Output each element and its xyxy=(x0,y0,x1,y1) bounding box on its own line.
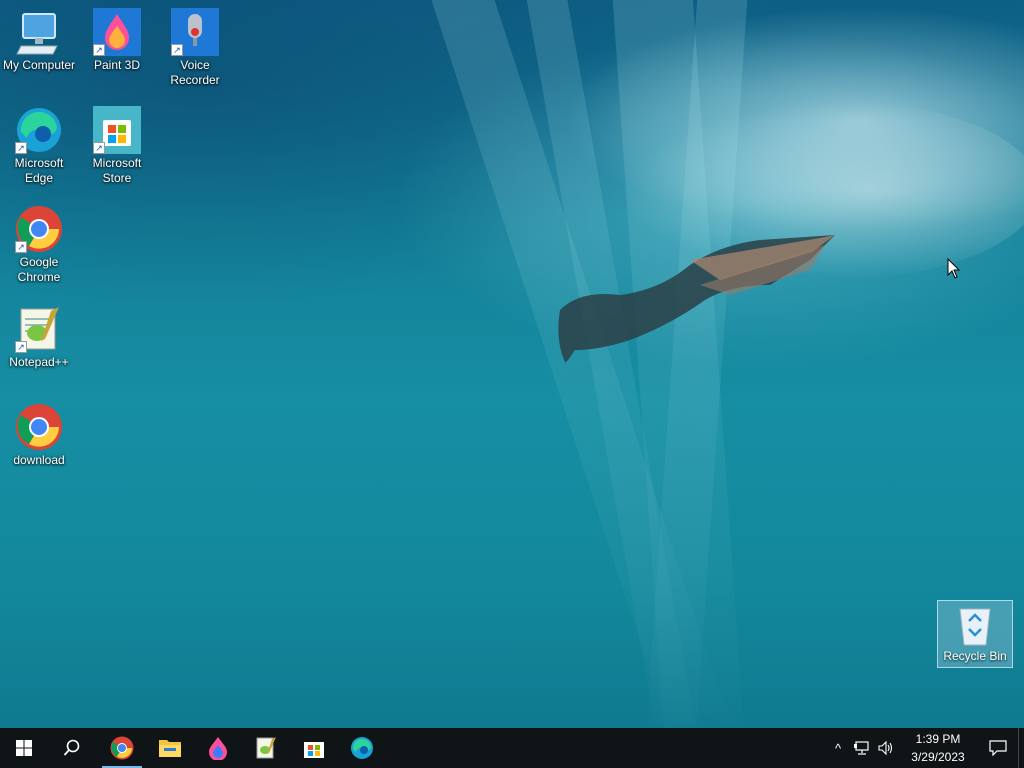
microsoft-store-icon: ↗ xyxy=(93,106,141,154)
desktop-icon-label: Google Chrome xyxy=(17,255,61,284)
file-explorer-icon xyxy=(159,740,181,757)
desktop-icon-download[interactable]: download xyxy=(1,403,77,468)
taskbar-file-explorer-button[interactable] xyxy=(146,728,194,768)
desktop-icon-label: My Computer xyxy=(2,58,76,72)
diver-silhouette xyxy=(558,235,835,363)
shortcut-arrow-icon: ↗ xyxy=(15,142,27,154)
show-hidden-icons-button[interactable]: ^ xyxy=(826,728,850,768)
clock-time: 1:39 PM xyxy=(915,732,961,746)
desktop-icon-voice-recorder[interactable]: ↗ Voice Recorder xyxy=(157,8,233,88)
computer-icon xyxy=(15,8,63,56)
desktop-icon-label: download xyxy=(13,453,65,467)
shortcut-arrow-icon: ↗ xyxy=(171,44,183,56)
desktop-icon-label: Paint 3D xyxy=(93,58,141,72)
taskbar-clock[interactable]: 1:39 PM 3/29/2023 xyxy=(898,730,978,766)
shortcut-arrow-icon: ↗ xyxy=(15,241,27,253)
desktop-icon-recycle-bin[interactable]: Recycle Bin xyxy=(937,600,1013,668)
voice-recorder-icon: ↗ xyxy=(171,8,219,56)
desktop-icon-label: Microsoft Store xyxy=(92,156,142,185)
network-button[interactable] xyxy=(850,728,874,768)
action-center-button[interactable] xyxy=(978,728,1018,768)
edge-icon: ↗ xyxy=(15,106,63,154)
windows-logo-icon xyxy=(16,740,32,756)
taskbar-paint-3d-button[interactable] xyxy=(194,728,242,768)
network-icon xyxy=(854,741,869,755)
taskbar-edge-button[interactable] xyxy=(338,728,386,768)
taskbar-chrome-button[interactable] xyxy=(98,728,146,768)
desktop-icon-notepad-plus-plus[interactable]: ↗ Notepad++ xyxy=(1,305,77,370)
desktop-icon-label: Notepad++ xyxy=(9,355,69,369)
volume-button[interactable] xyxy=(874,728,898,768)
shortcut-arrow-icon: ↗ xyxy=(93,142,105,154)
desktop-icon-microsoft-edge[interactable]: ↗ Microsoft Edge xyxy=(1,106,77,186)
show-desktop-button[interactable] xyxy=(1018,728,1024,768)
search-button[interactable] xyxy=(48,728,96,768)
notification-icon xyxy=(989,740,1007,756)
chrome-icon xyxy=(110,736,134,760)
recycle-bin-icon xyxy=(955,605,995,647)
shortcut-arrow-icon: ↗ xyxy=(93,44,105,56)
desktop-icon-my-computer[interactable]: My Computer xyxy=(1,8,77,73)
desktop-icon-label: Microsoft Edge xyxy=(14,156,64,185)
chevron-up-icon: ^ xyxy=(834,740,842,756)
recycle-bin-label: Recycle Bin xyxy=(943,649,1007,663)
desktop-icon-google-chrome[interactable]: ↗ Google Chrome xyxy=(1,205,77,285)
start-button[interactable] xyxy=(0,728,48,768)
notepad-plus-plus-icon: ↗ xyxy=(15,305,63,353)
taskbar-microsoft-store-button[interactable] xyxy=(290,728,338,768)
speaker-icon xyxy=(878,741,893,755)
search-icon xyxy=(63,739,80,756)
notepad-plus-plus-icon xyxy=(256,737,276,759)
taskbar-notepad-plus-plus-button[interactable] xyxy=(242,728,290,768)
system-tray: ^ 1:39 PM 3/29/2023 xyxy=(826,728,1024,768)
chrome-icon xyxy=(15,403,63,451)
desktop-icon-paint-3d[interactable]: ↗ Paint 3D xyxy=(79,8,155,73)
paint-3d-icon xyxy=(209,737,227,760)
edge-icon xyxy=(351,737,373,759)
shortcut-arrow-icon: ↗ xyxy=(15,341,27,353)
chrome-icon: ↗ xyxy=(15,205,63,253)
mouse-cursor-icon xyxy=(947,258,961,279)
microsoft-store-icon xyxy=(304,742,324,758)
desktop-icon-microsoft-store[interactable]: ↗ Microsoft Store xyxy=(79,106,155,186)
paint-3d-icon: ↗ xyxy=(93,8,141,56)
desktop-icon-label: Voice Recorder xyxy=(170,58,220,87)
clock-date: 3/29/2023 xyxy=(911,750,965,764)
taskbar: ^ 1:39 PM 3/29/2023 xyxy=(0,728,1024,768)
